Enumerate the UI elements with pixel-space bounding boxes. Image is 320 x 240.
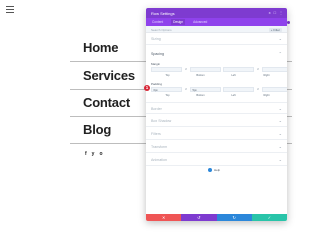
expand-icon[interactable]: □ xyxy=(274,10,276,15)
help-icon xyxy=(208,168,212,172)
margin-bottom-input[interactable] xyxy=(190,67,221,72)
padding-left-input[interactable] xyxy=(223,87,254,92)
menu-item-home[interactable]: Home xyxy=(83,40,119,55)
link-icon[interactable]: ⊘ xyxy=(256,87,260,92)
section-label: Transform xyxy=(151,145,168,149)
chevron-down-icon: ⌄ xyxy=(278,118,282,123)
padding-captions: Top Bottom Left Right xyxy=(151,94,283,97)
margin-label: Margin xyxy=(151,62,161,66)
search-options-input[interactable]: Search Options + Filter xyxy=(146,26,287,33)
annotation-marker: 1 xyxy=(144,85,150,91)
modal-footer: ✕ ↺ ↻ ✓ xyxy=(146,214,287,221)
caption-top: Top xyxy=(165,94,170,97)
padding-label: Padding xyxy=(151,82,163,86)
chevron-up-icon: ⌃ xyxy=(278,51,282,56)
margin-top-input[interactable] xyxy=(151,67,182,72)
padding-bottom-input[interactable]: 5px xyxy=(190,87,221,92)
padding-top-input[interactable]: 0px xyxy=(151,87,182,92)
tab-content[interactable]: Content xyxy=(150,19,165,25)
link-icon[interactable]: ⊘ xyxy=(184,87,188,92)
chevron-down-icon: ⌄ xyxy=(278,106,282,111)
chevron-down-icon: ⌄ xyxy=(278,131,282,136)
help-button[interactable]: Help xyxy=(208,168,220,172)
twitter-icon[interactable]: y xyxy=(92,151,95,157)
menu-item-blog[interactable]: Blog xyxy=(83,122,111,137)
undo-button[interactable]: ↺ xyxy=(181,214,217,221)
caption-top: Top xyxy=(165,74,170,77)
more-options-icon[interactable]: ⋮ xyxy=(279,10,283,15)
section-label: Filters xyxy=(151,132,161,136)
margin-left-input[interactable] xyxy=(223,67,254,72)
padding-right-input[interactable] xyxy=(262,87,287,92)
modal-title: Row Settings xyxy=(151,10,175,16)
discard-button[interactable]: ✕ xyxy=(146,214,182,221)
link-icon[interactable]: ⊘ xyxy=(184,67,188,72)
chevron-down-icon: ⌄ xyxy=(278,36,282,41)
section-border[interactable]: Border ⌄ xyxy=(146,102,287,114)
link-icon[interactable]: ⊘ xyxy=(256,67,260,72)
social-links: f y o xyxy=(85,151,103,157)
tab-advanced[interactable]: Advanced xyxy=(191,19,209,25)
section-transform[interactable]: Transform ⌄ xyxy=(146,141,287,153)
caption-right: Right xyxy=(263,94,270,97)
facebook-icon[interactable]: f xyxy=(85,151,87,157)
modal-header: Row Settings x □ ⋮ xyxy=(146,8,287,18)
caption-right: Right xyxy=(263,74,270,77)
help-label: Help xyxy=(214,168,221,172)
filter-button[interactable]: + Filter xyxy=(268,27,282,32)
section-label: Animation xyxy=(151,158,167,162)
margin-inputs: ⊘ ⊘ xyxy=(151,67,287,72)
save-button[interactable]: ✓ xyxy=(251,214,287,221)
redo-button[interactable]: ↻ xyxy=(216,214,252,221)
menu-item-services[interactable]: Services xyxy=(83,68,135,83)
section-label: Border xyxy=(151,107,162,111)
section-box-shadow[interactable]: Box Shadow ⌄ xyxy=(146,115,287,127)
caption-bottom: Bottom xyxy=(196,74,205,77)
section-label: Sizing xyxy=(151,37,161,41)
caption-left: Left xyxy=(231,94,236,97)
instagram-icon[interactable]: o xyxy=(99,151,102,157)
section-filters[interactable]: Filters ⌄ xyxy=(146,128,287,140)
section-label: Spacing xyxy=(151,52,164,56)
row-settings-modal: Row Settings x □ ⋮ Content Design Advanc… xyxy=(146,8,287,221)
padding-inputs: 0px ⊘ 5px ⊘ xyxy=(151,87,287,92)
menu-item-contact[interactable]: Contact xyxy=(83,95,130,110)
close-icon[interactable]: x xyxy=(269,10,271,15)
section-label: Box Shadow xyxy=(151,119,172,123)
hamburger-menu-icon[interactable] xyxy=(6,6,14,13)
margin-right-input[interactable] xyxy=(262,67,287,72)
section-spacing[interactable]: Spacing ⌃ xyxy=(146,48,287,60)
builder-dot-icon[interactable] xyxy=(287,21,290,24)
chevron-down-icon: ⌄ xyxy=(278,144,282,149)
caption-left: Left xyxy=(231,74,236,77)
chevron-down-icon: ⌄ xyxy=(278,157,282,162)
section-sizing[interactable]: Sizing ⌄ xyxy=(146,33,287,45)
section-animation[interactable]: Animation ⌄ xyxy=(146,154,287,166)
modal-tabs: Content Design Advanced xyxy=(146,18,287,26)
margin-captions: Top Bottom Left Right xyxy=(151,74,283,77)
tab-design[interactable]: Design xyxy=(171,19,186,25)
search-placeholder: Search Options xyxy=(151,28,172,32)
caption-bottom: Bottom xyxy=(196,94,205,97)
